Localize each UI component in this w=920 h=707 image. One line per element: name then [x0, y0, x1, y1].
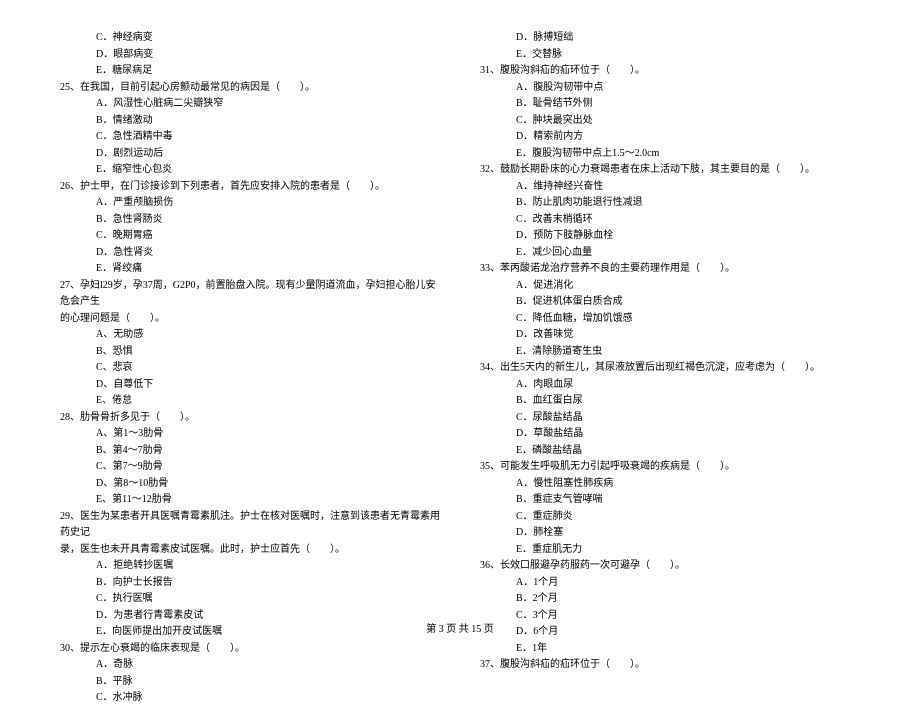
- option-line: B、第4～7肋骨: [60, 443, 440, 460]
- question-line: 25、在我国，目前引起心房颤动最常见的病因是（ ）。: [60, 80, 440, 97]
- option-line: A、无助感: [60, 327, 440, 344]
- option-line: B．重症支气管哮喘: [480, 492, 860, 509]
- question-line: 31、腹股沟斜疝的疝环位于（ ）。: [480, 63, 860, 80]
- option-line: E．糖尿病足: [60, 63, 440, 80]
- option-line: A．慢性阻塞性肺疾病: [480, 476, 860, 493]
- option-line: A．腹股沟韧带中点: [480, 80, 860, 97]
- question-line: 33、苯丙酸诺龙治疗营养不良的主要药理作用是（ ）。: [480, 261, 860, 278]
- option-line: E．重症肌无力: [480, 542, 860, 559]
- option-line: D．眼部病变: [60, 47, 440, 64]
- option-line: E．减少回心血量: [480, 245, 860, 262]
- option-line: D．草酸盐结晶: [480, 426, 860, 443]
- option-line: B．急性肾肠炎: [60, 212, 440, 229]
- option-line: B．耻骨结节外侧: [480, 96, 860, 113]
- option-line: C．神经病变: [60, 30, 440, 47]
- option-line: E．1年: [480, 641, 860, 658]
- document-content: C．神经病变D．眼部病变E．糖尿病足25、在我国，目前引起心房颤动最常见的病因是…: [60, 30, 860, 610]
- option-line: D．脉搏短绌: [480, 30, 860, 47]
- question-continue: 的心理问题是（ ）。: [60, 311, 440, 328]
- option-line: C．急性酒精中毒: [60, 129, 440, 146]
- option-line: E．清除肠道寄生虫: [480, 344, 860, 361]
- option-line: B．血红蛋白尿: [480, 393, 860, 410]
- right-column: D．脉搏短绌E．交替脉31、腹股沟斜疝的疝环位于（ ）。A．腹股沟韧带中点B．耻…: [480, 30, 860, 610]
- option-line: B、恐惧: [60, 344, 440, 361]
- option-line: C．执行医嘱: [60, 591, 440, 608]
- option-line: B．2个月: [480, 591, 860, 608]
- option-line: E．腹股沟韧带中点上1.5～2.0cm: [480, 146, 860, 163]
- question-line: 26、护士甲，在门诊接诊到下列患者，首先应安排入院的患者是（ ）。: [60, 179, 440, 196]
- option-line: C．肿块最突出处: [480, 113, 860, 130]
- option-line: B．防止肌肉功能退行性减退: [480, 195, 860, 212]
- question-line: 34、出生5天内的新生儿，其尿液放置后出现红褐色沉淀，应考虑为（ ）。: [480, 360, 860, 377]
- option-line: E．交替脉: [480, 47, 860, 64]
- option-line: A．奇脉: [60, 657, 440, 674]
- question-line: 30、提示左心衰竭的临床表现是（ ）。: [60, 641, 440, 658]
- option-line: D、自尊低下: [60, 377, 440, 394]
- question-line: 29、医生为某患者开具医嘱青霉素肌注。护士在核对医嘱时，注意到该患者无青霉素用药…: [60, 509, 440, 542]
- option-line: C．重症肺炎: [480, 509, 860, 526]
- option-line: D．急性肾炎: [60, 245, 440, 262]
- option-line: C．降低血糖，增加饥饿感: [480, 311, 860, 328]
- question-line: 32、鼓励长期卧床的心力衰竭患者在床上活动下肢，其主要目的是（ ）。: [480, 162, 860, 179]
- option-line: C．水冲脉: [60, 690, 440, 707]
- question-line: 27、孕妇l29岁，孕37周，G2P0，前置胎盘入院。现有少量阴道流血，孕妇担心…: [60, 278, 440, 311]
- option-line: A．严重颅脑损伤: [60, 195, 440, 212]
- option-line: A．风湿性心脏病二尖瓣狭窄: [60, 96, 440, 113]
- option-line: B．向护士长报告: [60, 575, 440, 592]
- question-continue: 录，医生也未开具青霉素皮试医嘱。此时，护士应首先（ ）。: [60, 542, 440, 559]
- question-line: 37、腹股沟斜疝的疝环位于（ ）。: [480, 657, 860, 674]
- option-line: A、第1～3肋骨: [60, 426, 440, 443]
- option-line: A．拒绝转抄医嘱: [60, 558, 440, 575]
- option-line: C、第7～9肋骨: [60, 459, 440, 476]
- option-line: C．晚期胃癌: [60, 228, 440, 245]
- option-line: E．磷酸盐结晶: [480, 443, 860, 460]
- option-line: A．维持神经兴奋性: [480, 179, 860, 196]
- option-line: B．平脉: [60, 674, 440, 691]
- option-line: D．剧烈运动后: [60, 146, 440, 163]
- option-line: E、倦怠: [60, 393, 440, 410]
- question-line: 28、肋骨骨折多见于（ ）。: [60, 410, 440, 427]
- page-number: 第 3 页 共 15 页: [426, 624, 494, 635]
- question-line: 36、长效口服避孕药服药一次可避孕（ ）。: [480, 558, 860, 575]
- option-line: B．促进机体蛋白质合成: [480, 294, 860, 311]
- option-line: D．精索前内方: [480, 129, 860, 146]
- option-line: A．促进消化: [480, 278, 860, 295]
- option-line: E、第11～12肋骨: [60, 492, 440, 509]
- option-line: E．肾绞痛: [60, 261, 440, 278]
- option-line: C．改善末梢循环: [480, 212, 860, 229]
- option-line: E．缩窄性心包炎: [60, 162, 440, 179]
- page-footer: 第 3 页 共 15 页: [0, 620, 920, 635]
- option-line: A．1个月: [480, 575, 860, 592]
- option-line: A．肉眼血尿: [480, 377, 860, 394]
- option-line: D．改善味觉: [480, 327, 860, 344]
- question-line: 35、可能发生呼吸肌无力引起呼吸衰竭的疾病是（ ）。: [480, 459, 860, 476]
- option-line: C．尿酸盐结晶: [480, 410, 860, 427]
- option-line: B．情绪激动: [60, 113, 440, 130]
- option-line: D、第8～10肋骨: [60, 476, 440, 493]
- option-line: C、悲哀: [60, 360, 440, 377]
- option-line: D．肺栓塞: [480, 525, 860, 542]
- left-column: C．神经病变D．眼部病变E．糖尿病足25、在我国，目前引起心房颤动最常见的病因是…: [60, 30, 440, 610]
- option-line: D．预防下肢静脉血栓: [480, 228, 860, 245]
